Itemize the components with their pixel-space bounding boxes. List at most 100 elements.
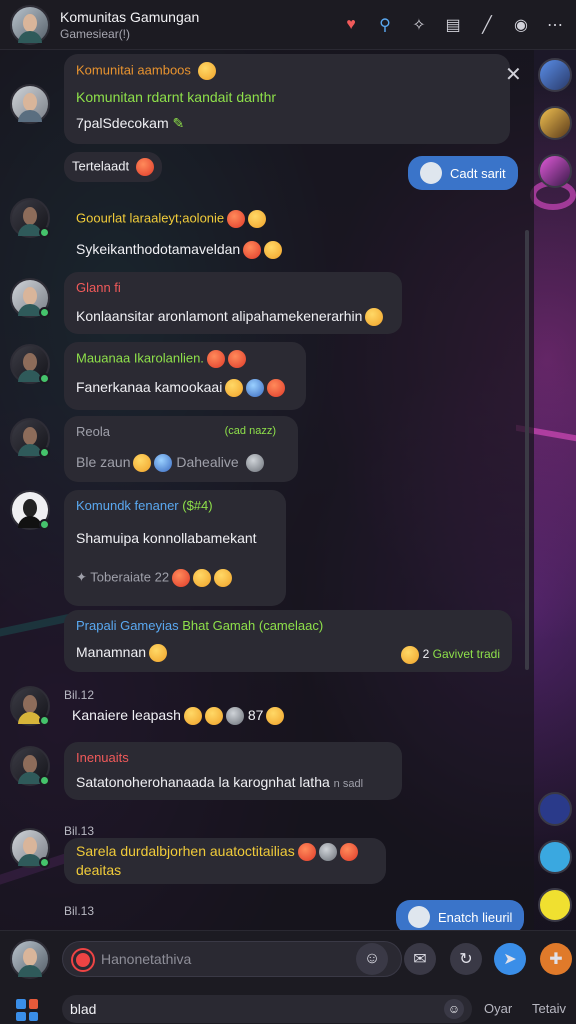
chat-subtitle: Gamesiear(!) (60, 26, 131, 41)
close-icon[interactable]: ✕ (505, 62, 522, 87)
message-bubble[interactable]: Mauanaa Ikarolanlien. Fanerkanaa kamooka… (64, 342, 306, 410)
refresh-icon[interactable]: ↻ (450, 943, 482, 975)
emoji-icon (193, 569, 212, 588)
record-icon[interactable] (73, 950, 93, 970)
avatar[interactable] (10, 418, 50, 458)
message-bubble[interactable]: Komundk fenaner ($#4) Shamuipa konnollab… (64, 490, 286, 606)
avatar (408, 906, 430, 928)
emoji-icon (264, 241, 283, 260)
member-avatar[interactable] (538, 106, 572, 140)
message-text: Fanerkanaa kamookaai (76, 379, 223, 395)
emoji-icon (248, 210, 267, 228)
sender-name: Bhat Gamah (182, 618, 256, 633)
message-text: Shamuipa konnollabamekant (76, 529, 257, 546)
member-avatar[interactable] (538, 840, 572, 874)
message-text: 7palSdecokam (76, 115, 169, 132)
text-input[interactable]: blad ☺ (62, 995, 472, 1023)
apps-icon[interactable] (16, 999, 38, 1021)
outgoing-message[interactable]: Enatch lieuril (396, 900, 525, 934)
emoji-icon (401, 646, 420, 664)
message-bubble[interactable]: Goourlat laraaleyt;aolonie Sykeikanthodo… (64, 202, 338, 272)
avatar[interactable] (10, 686, 50, 726)
emoji-icon (225, 379, 244, 398)
label-text: Tertelaadt (72, 158, 130, 174)
message-bubble[interactable]: Sarela durdalbjorhen auatoctitailias dea… (64, 838, 386, 884)
message-text: Ble zaun (76, 453, 131, 470)
sender-name: Inenuaits (76, 750, 129, 765)
avatar[interactable] (10, 490, 50, 530)
emoji-icon (154, 454, 173, 473)
pencil-icon[interactable]: ╱ (476, 14, 498, 36)
sparkle-icon[interactable]: ✧ (408, 14, 430, 36)
member-rail (534, 50, 576, 930)
message-text: Sykeikanthodotamaveldan (76, 241, 241, 257)
sender-name: Komunitai aamboos (76, 62, 191, 78)
send-button[interactable]: ➤ (494, 943, 526, 975)
emoji-icon (245, 454, 264, 473)
message-text: Enatch lieuril (438, 909, 513, 925)
sender-name: Prapali Gameyias (76, 618, 179, 633)
message-text: Dahealive (176, 453, 239, 470)
emoji-icon (266, 707, 285, 726)
emoji-icon (246, 379, 265, 398)
side-label: Gavivet tradi (432, 647, 500, 662)
scrollbar[interactable] (525, 230, 529, 670)
message-text: Kanaiere leapash (72, 707, 181, 723)
avatar[interactable] (10, 84, 50, 124)
message-bubble[interactable]: Reola (cad nazz) Ble zaun Dahealive (64, 416, 298, 482)
my-avatar[interactable] (10, 939, 50, 979)
system-label: Tertelaadt (64, 152, 162, 182)
message-bubble[interactable]: Inenuaits Satatonoherohanaada la karognh… (64, 742, 402, 800)
chat-title: Komunitas Gamungan (60, 8, 200, 25)
message-time: Bil.13 (64, 824, 95, 838)
camera-icon[interactable]: ◉ (510, 14, 532, 36)
pinned-message[interactable]: Komunitai aamboos Komunitan rdarnt kanda… (64, 54, 510, 144)
leaf-icon: ✎ (172, 115, 185, 132)
message-bubble[interactable]: Kanaiere leapash 87 (64, 700, 326, 734)
member-avatar[interactable] (538, 58, 572, 92)
reaction-label: Toberaiate (90, 569, 152, 585)
avatar[interactable] (10, 828, 50, 868)
message-text: Konlaansitar aronlamont alipahamekenerar… (76, 307, 363, 324)
message-bubble[interactable]: Glann fi Konlaansitar aronlamont alipaha… (64, 272, 402, 334)
emoji-icon (214, 569, 233, 588)
sticker-icon[interactable]: ☺ (356, 943, 388, 975)
gift-icon[interactable]: ✉ (404, 943, 436, 975)
outgoing-message[interactable]: Cadt sarit (408, 156, 518, 190)
message-time: (cad nazz) (224, 425, 276, 437)
message-text: deaitas (76, 862, 122, 879)
sender-tag: ($#4) (182, 498, 213, 513)
avatar[interactable] (10, 746, 50, 786)
emoji-icon (225, 707, 244, 726)
emoji-icon (183, 707, 202, 726)
avatar[interactable] (10, 344, 50, 384)
member-avatar[interactable] (538, 792, 572, 826)
search-icon[interactable]: ⚲ (374, 14, 396, 36)
option-label[interactable]: Oyar (484, 1001, 512, 1016)
emoji-icon (172, 569, 191, 588)
group-avatar[interactable] (10, 4, 50, 45)
message-count: 87 (247, 707, 264, 723)
emoji-icon (227, 350, 246, 368)
member-avatar[interactable] (538, 888, 572, 922)
member-avatar[interactable] (538, 154, 572, 188)
emoji-icon (133, 454, 152, 473)
message-input[interactable]: Hanonetathiva (62, 941, 402, 977)
more-icon[interactable]: ⋯ (544, 14, 566, 36)
document-icon[interactable]: ▤ (442, 14, 464, 36)
message-time: n sadl (333, 777, 364, 790)
avatar (420, 162, 442, 184)
emoji-icon (227, 210, 246, 228)
heart-icon[interactable]: ♥ (340, 14, 362, 36)
game-icon[interactable]: ✚ (540, 943, 572, 975)
message-text: Cadt sarit (450, 165, 506, 181)
emoji-icon (297, 843, 316, 862)
message-text: Manamnan (76, 643, 147, 660)
avatar[interactable] (10, 278, 50, 318)
message-text: Komunitan rdarnt kandait danthr (76, 89, 277, 105)
avatar[interactable] (10, 198, 50, 238)
emoji-picker-icon[interactable]: ☺ (444, 999, 464, 1019)
message-bubble[interactable]: Prapali Gameyias Bhat Gamah (camelaac) M… (64, 610, 512, 672)
emoji-icon (318, 843, 337, 862)
option-label[interactable]: Tetaiv (532, 1001, 566, 1016)
